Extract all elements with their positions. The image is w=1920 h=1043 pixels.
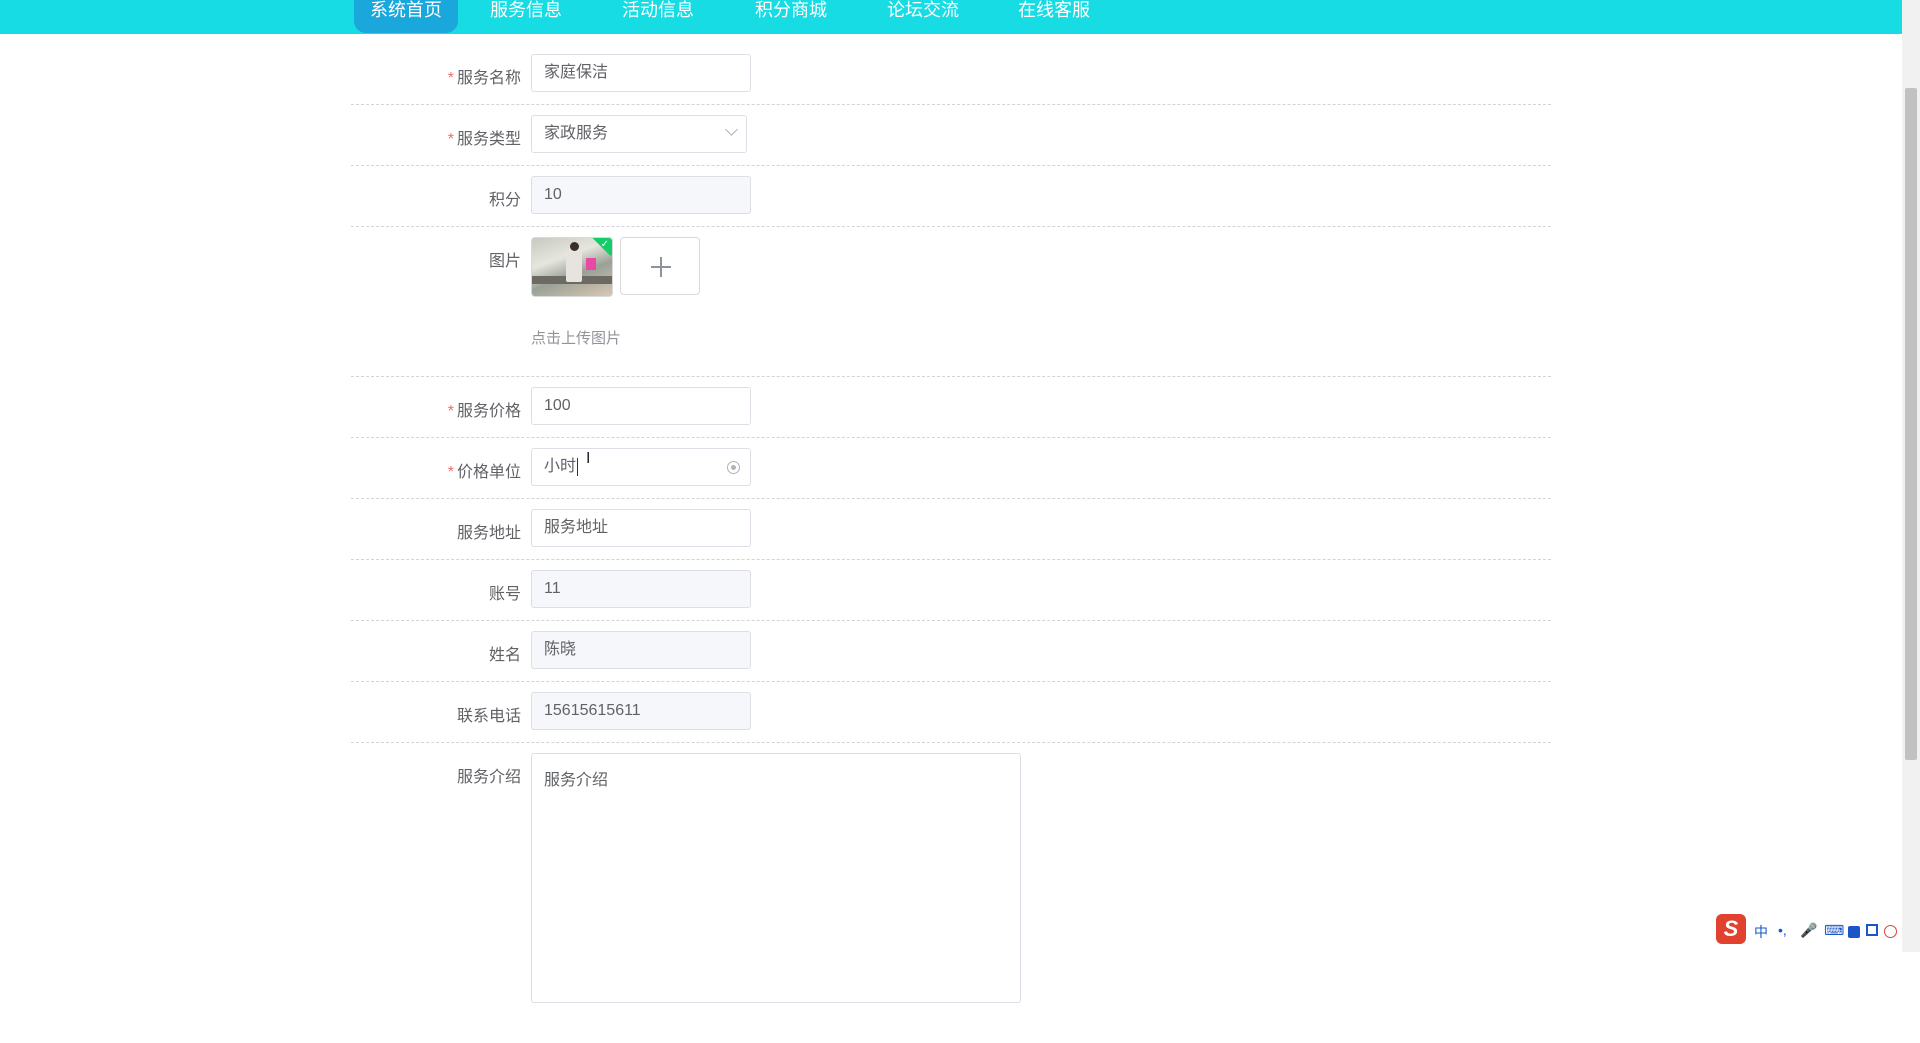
name-label: 姓名 (488, 647, 521, 664)
address-label: 服务地址 (456, 525, 521, 542)
intro-textarea[interactable]: 服务介绍 (531, 753, 1021, 1003)
price-unit-input[interactable]: 小时 (531, 448, 751, 486)
image-label: 图片 (488, 253, 521, 270)
mouse-cursor-icon: I (586, 450, 591, 467)
required-mark: * (447, 403, 454, 420)
text-caret (577, 457, 579, 476)
service-type-select[interactable]: 家政服务 (531, 115, 747, 153)
ime-skin-icon[interactable] (1848, 926, 1860, 938)
nav-forum[interactable]: 论坛交流 (887, 0, 959, 34)
row-name: 姓名 陈晓 (351, 621, 1551, 682)
nav-online-service[interactable]: 在线客服 (1018, 0, 1090, 34)
row-service-type: * 服务类型 家政服务 (351, 105, 1551, 166)
scrollbar-thumb[interactable] (1905, 88, 1917, 760)
row-account: 账号 11 (351, 560, 1551, 621)
uploaded-image-thumbnail[interactable]: ✓ (531, 237, 613, 297)
required-mark: * (447, 131, 454, 148)
ime-mic-icon[interactable]: 🎤 (1800, 922, 1817, 939)
ime-emoji-icon[interactable] (1884, 925, 1897, 938)
service-type-label: * 服务类型 (447, 131, 521, 148)
upload-tip: 点击上传图片 (531, 330, 622, 347)
required-mark: * (447, 70, 454, 87)
row-phone: 联系电话 15615615611 (351, 682, 1551, 743)
points-input: 10 (531, 176, 751, 214)
page-scrollbar[interactable] (1902, 0, 1920, 952)
points-label: 积分 (488, 192, 521, 209)
check-icon: ✓ (600, 239, 609, 250)
required-mark: * (447, 464, 454, 481)
service-name-input[interactable]: 家庭保洁 (531, 54, 751, 92)
row-points: 积分 10 (351, 166, 1551, 227)
row-image: 图片 ✓ 点击上传图片 (351, 227, 1551, 377)
ime-keyboard-icon[interactable]: ⌨ (1824, 922, 1844, 939)
price-unit-label: * 价格单位 (447, 464, 521, 481)
ime-lang-toggle[interactable]: 中 (1754, 922, 1768, 942)
nav-home[interactable]: 系统首页 (354, 0, 458, 33)
service-name-label: * 服务名称 (447, 70, 521, 87)
row-address: 服务地址 服务地址 (351, 499, 1551, 560)
name-input: 陈晓 (531, 631, 751, 669)
row-price: * 服务价格 100 (351, 377, 1551, 438)
nav-activity-info[interactable]: 活动信息 (622, 0, 694, 34)
ime-logo-icon[interactable]: S (1716, 914, 1746, 944)
account-input: 11 (531, 570, 751, 608)
intro-label: 服务介绍 (456, 769, 521, 786)
nav-service-info[interactable]: 服务信息 (490, 0, 562, 34)
ime-grid-icon[interactable] (1866, 924, 1878, 936)
price-label: * 服务价格 (447, 403, 521, 420)
phone-input: 15615615611 (531, 692, 751, 730)
row-service-name: * 服务名称 家庭保洁 (351, 34, 1551, 105)
phone-label: 联系电话 (456, 708, 521, 725)
ime-punct-icon[interactable]: •, (1778, 922, 1787, 938)
upload-image-button[interactable] (620, 237, 700, 295)
top-nav: 系统首页 服务信息 活动信息 积分商城 论坛交流 在线客服 (0, 0, 1902, 34)
row-price-unit: * 价格单位 小时 (351, 438, 1551, 499)
address-input[interactable]: 服务地址 (531, 509, 751, 547)
chevron-down-icon (725, 123, 738, 136)
nav-points-mall[interactable]: 积分商城 (755, 0, 827, 34)
account-label: 账号 (488, 586, 521, 603)
row-intro: 服务介绍 服务介绍 (351, 743, 1551, 1043)
price-input[interactable]: 100 (531, 387, 751, 425)
clear-icon[interactable] (727, 461, 740, 474)
